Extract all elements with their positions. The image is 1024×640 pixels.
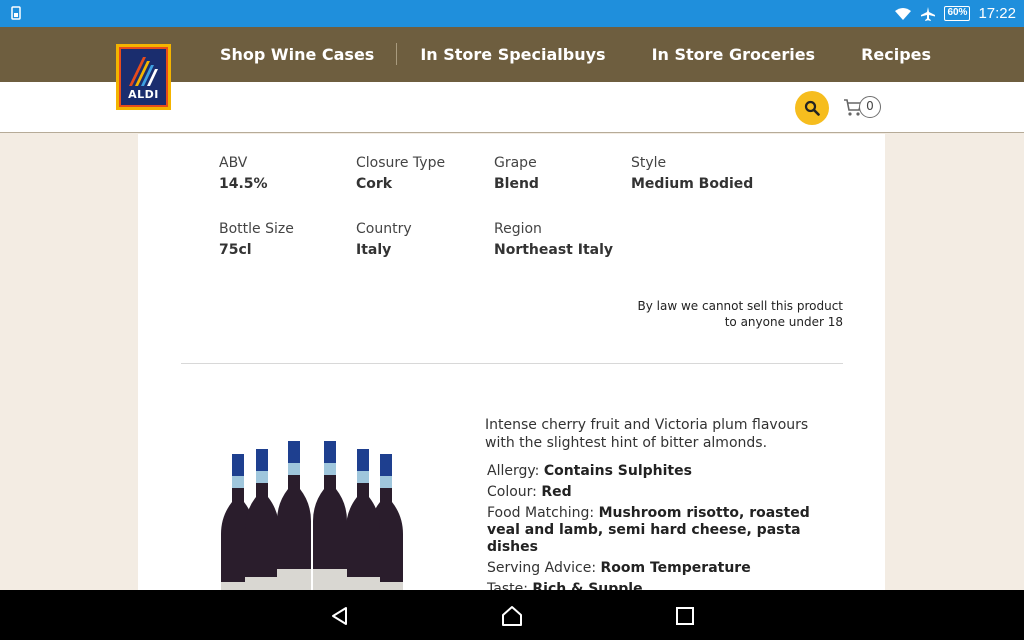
spec-country: Country Italy bbox=[356, 221, 496, 258]
battery-icon: 60% bbox=[944, 6, 971, 21]
nav-in-store-groceries[interactable]: In Store Groceries bbox=[629, 45, 839, 64]
sim-icon bbox=[11, 6, 21, 20]
nav-shop-wine-cases[interactable]: Shop Wine Cases bbox=[197, 43, 398, 65]
spec-region: Region Northeast Italy bbox=[494, 221, 634, 258]
spec-label: Grape bbox=[494, 155, 537, 171]
search-icon bbox=[804, 100, 820, 116]
attribute-value: Rich & Supple bbox=[532, 581, 643, 590]
attribute-taste: Taste: Rich & Supple bbox=[487, 581, 842, 590]
spec-label: ABV bbox=[219, 155, 248, 171]
spec-label: Country bbox=[356, 221, 412, 237]
recent-apps-icon[interactable] bbox=[673, 604, 697, 628]
attribute-label: Food Matching: bbox=[487, 505, 599, 521]
airplane-icon bbox=[921, 6, 936, 21]
cart-count-badge: 0 bbox=[859, 96, 881, 118]
wine-bottles-image bbox=[221, 441, 403, 590]
attribute-value: Red bbox=[541, 484, 572, 500]
spec-closure-type: Closure Type Cork bbox=[356, 155, 496, 192]
spec-style: Style Medium Bodied bbox=[631, 155, 771, 192]
spec-value: Northeast Italy bbox=[494, 242, 614, 258]
spec-bottle-size: Bottle Size 75cl bbox=[219, 221, 359, 258]
attribute-serving-advice: Serving Advice: Room Temperature bbox=[487, 560, 842, 577]
attribute-label: Colour: bbox=[487, 484, 542, 500]
spec-value: Cork bbox=[356, 176, 393, 192]
attribute-label: Serving Advice: bbox=[487, 560, 601, 576]
logo-text: ALDI bbox=[128, 88, 159, 101]
status-bar: 60% 17:22 bbox=[0, 0, 1024, 27]
attribute-label: Taste: bbox=[487, 581, 533, 590]
spec-label: Closure Type bbox=[356, 155, 446, 171]
age-restriction-notice: By law we cannot sell this product to an… bbox=[637, 299, 843, 329]
product-description: Intense cherry fruit and Victoria plum f… bbox=[485, 417, 809, 451]
attribute-value: Contains Sulphites bbox=[543, 463, 692, 479]
spec-value: Medium Bodied bbox=[631, 176, 754, 192]
attribute-food-matching: Food Matching: Mushroom risotto, roasted… bbox=[487, 505, 842, 556]
spec-value: 75cl bbox=[219, 242, 252, 258]
nav-recipes[interactable]: Recipes bbox=[838, 45, 954, 64]
attribute-value: Room Temperature bbox=[600, 560, 751, 576]
spec-value: 14.5% bbox=[219, 176, 268, 192]
spec-value: Italy bbox=[356, 242, 392, 258]
aldi-logo[interactable]: ALDI bbox=[116, 44, 171, 110]
system-navigation-bar bbox=[0, 590, 1024, 640]
spec-grape: Grape Blend bbox=[494, 155, 634, 192]
attribute-colour: Colour: Red bbox=[487, 484, 842, 501]
product-details-card: ABV 14.5% Closure Type Cork Grape Blend … bbox=[138, 134, 885, 590]
spec-value: Blend bbox=[494, 176, 539, 192]
back-icon[interactable] bbox=[328, 604, 352, 628]
section-divider bbox=[181, 363, 843, 364]
spec-label: Style bbox=[631, 155, 667, 171]
search-button[interactable] bbox=[795, 91, 829, 125]
home-icon[interactable] bbox=[500, 604, 524, 628]
cart-button[interactable]: 0 bbox=[843, 94, 881, 120]
nav-in-store-specialbuys[interactable]: In Store Specialbuys bbox=[397, 45, 628, 64]
attribute-label: Allergy: bbox=[487, 463, 544, 479]
product-attributes: Allergy: Contains Sulphites Colour: Red … bbox=[487, 463, 842, 590]
wifi-icon bbox=[895, 7, 912, 20]
spec-label: Region bbox=[494, 221, 542, 237]
attribute-allergy: Allergy: Contains Sulphites bbox=[487, 463, 842, 480]
spec-abv: ABV 14.5% bbox=[219, 155, 359, 192]
logo-stripes-icon bbox=[129, 57, 158, 86]
spec-label: Bottle Size bbox=[219, 221, 294, 237]
clock: 17:22 bbox=[978, 5, 1016, 22]
